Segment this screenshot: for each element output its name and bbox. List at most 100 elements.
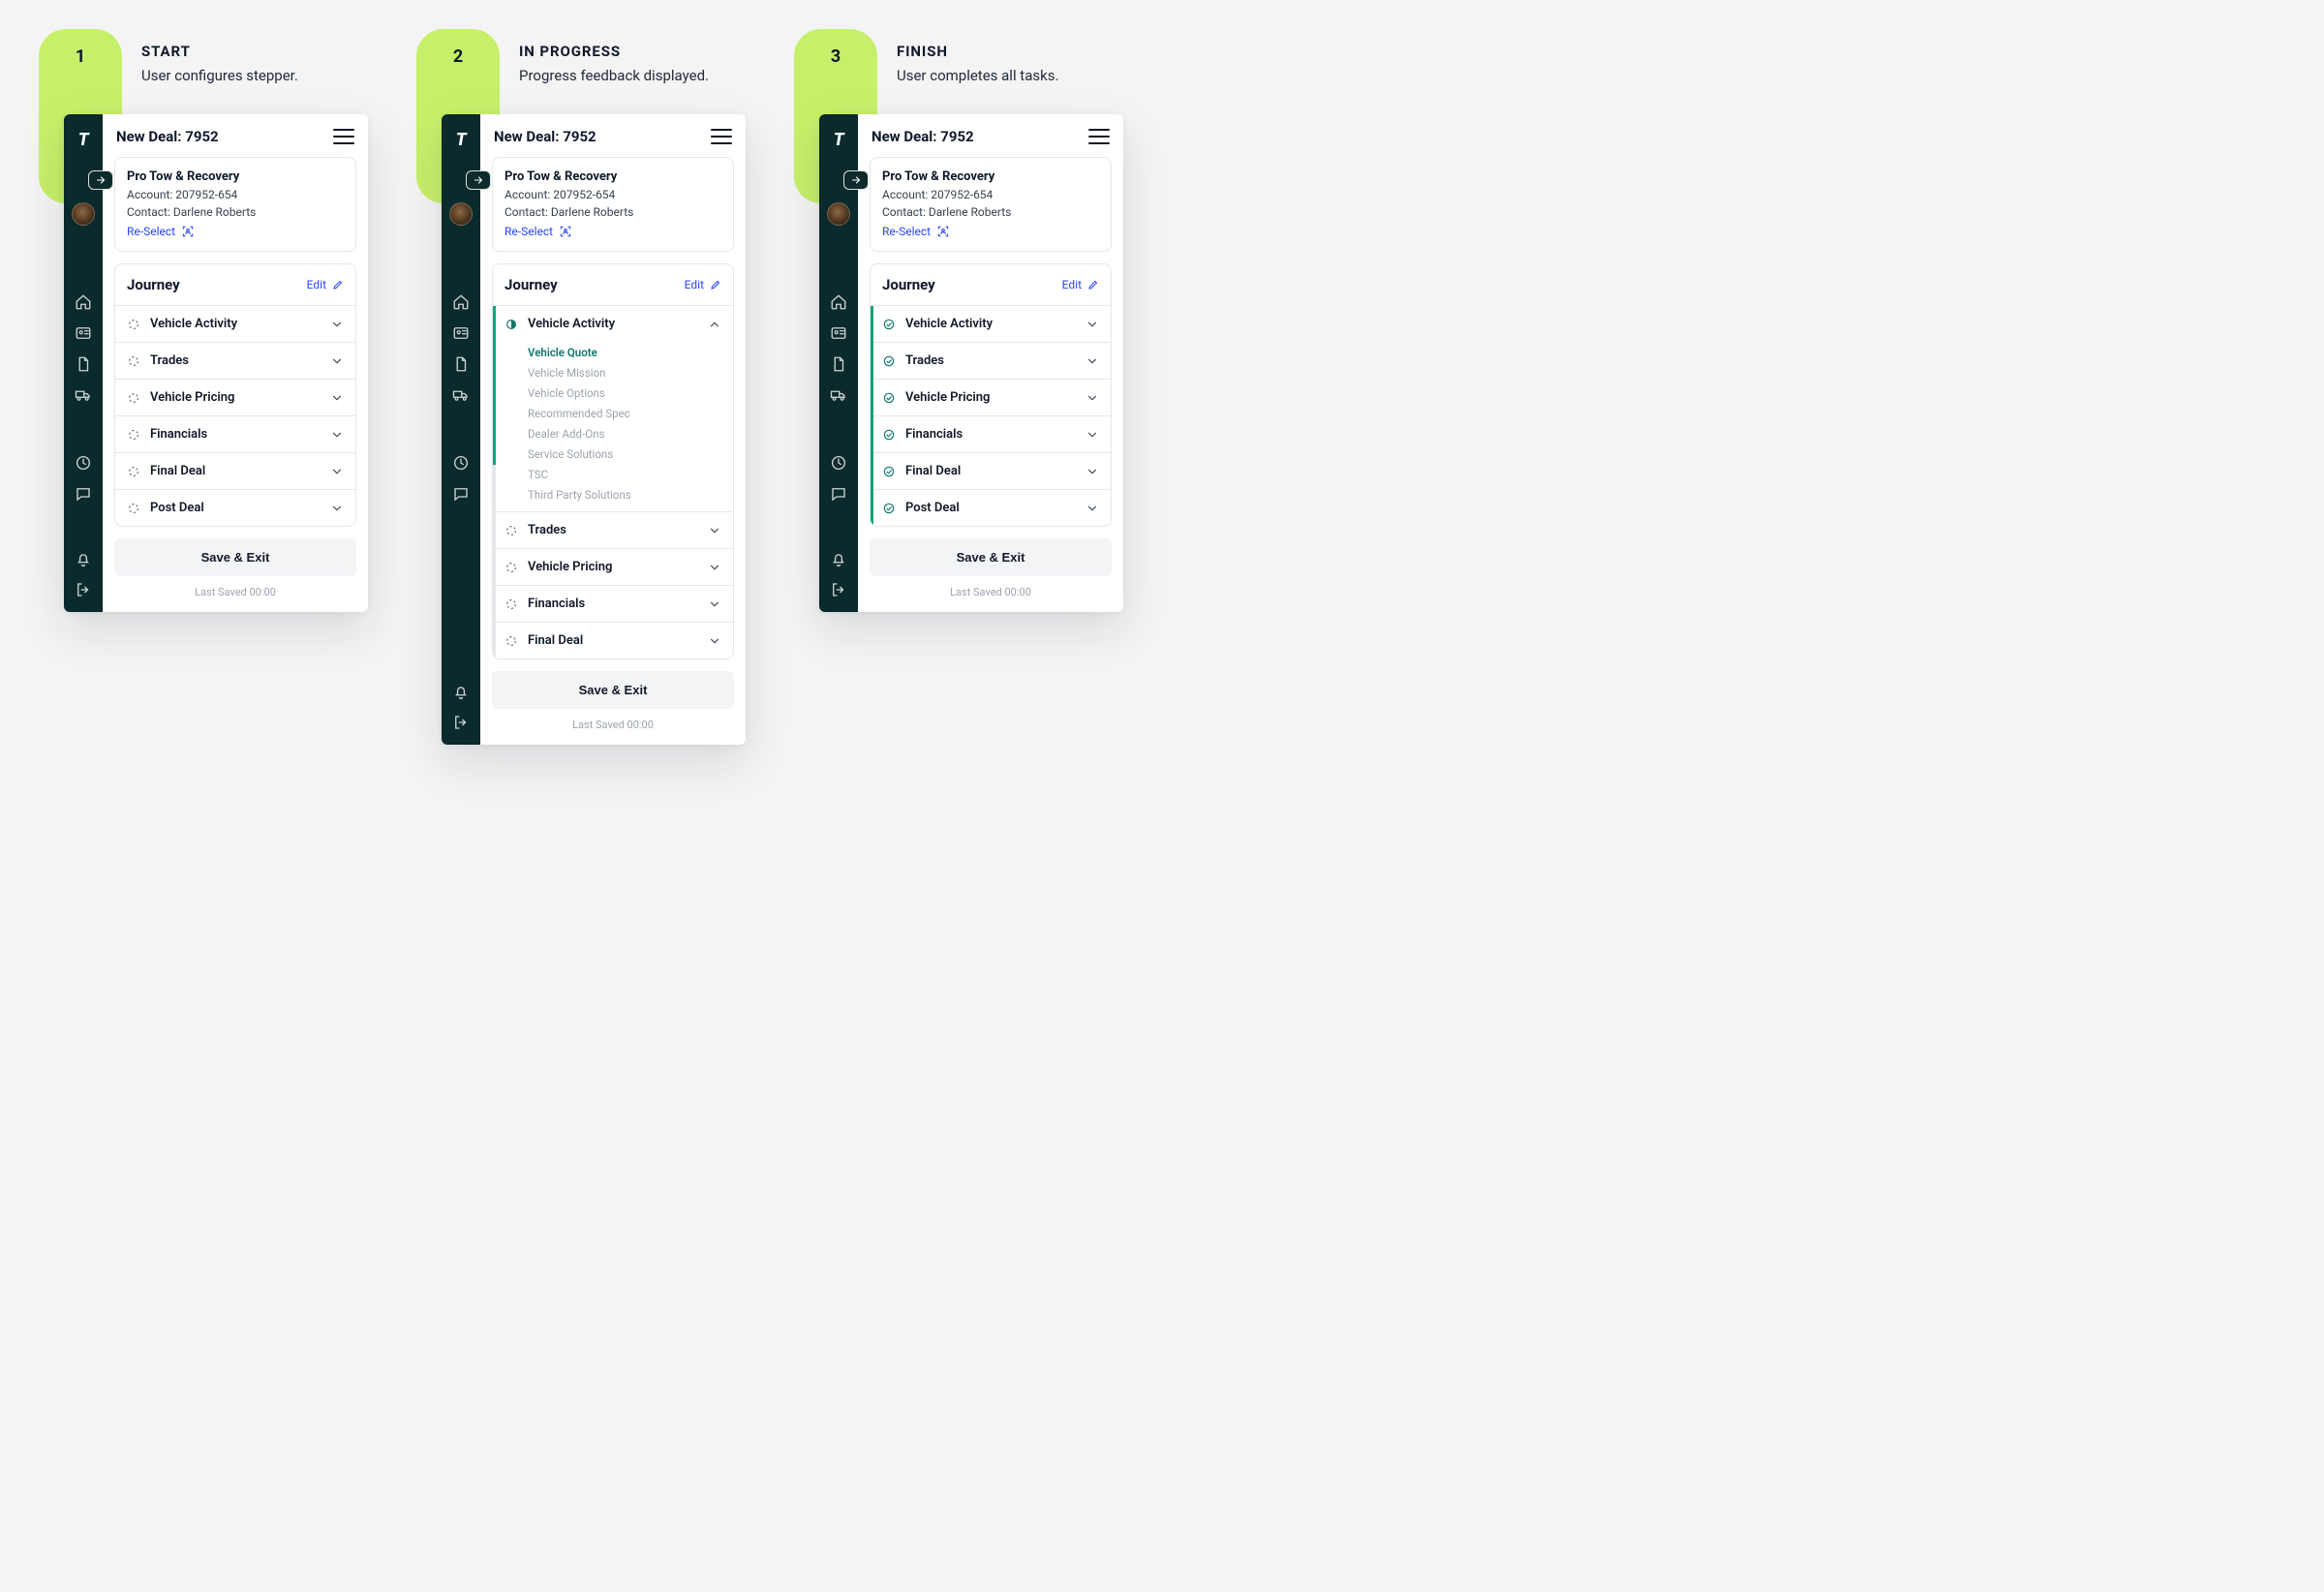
exit-icon[interactable] xyxy=(452,714,470,731)
journey-subitem[interactable]: TSC xyxy=(528,468,721,481)
journey-subitem[interactable]: Vehicle Quote xyxy=(528,346,721,359)
journey-item[interactable]: Vehicle Pricing xyxy=(871,379,1111,415)
chat-icon[interactable] xyxy=(75,485,92,503)
rail-expand-button[interactable] xyxy=(466,170,491,190)
journey-item[interactable]: Trades xyxy=(493,511,733,548)
journey-subitem[interactable]: Vehicle Options xyxy=(528,386,721,400)
app-logo[interactable]: T xyxy=(78,126,88,156)
journey-item[interactable]: Final Deal xyxy=(871,452,1111,489)
journey-subitem[interactable]: Recommended Spec xyxy=(528,407,721,420)
company-account: Account: 207952-654 xyxy=(882,188,1099,201)
journey-subitem[interactable]: Third Party Solutions xyxy=(528,488,721,502)
truck-icon[interactable] xyxy=(830,386,847,404)
deal-title: New Deal: 7952 xyxy=(872,128,974,145)
avatar[interactable] xyxy=(827,202,850,226)
pencil-icon xyxy=(710,279,721,291)
account-icon[interactable] xyxy=(452,324,470,342)
journey-list: Vehicle Activity Trades Vehicle Pricing xyxy=(871,305,1111,526)
reselect-link[interactable]: Re-Select xyxy=(127,225,195,238)
save-exit-button[interactable]: Save & Exit xyxy=(114,538,356,576)
journey-item[interactable]: Final Deal xyxy=(493,622,733,658)
stage-start: 1 START User configures stepper. T xyxy=(39,29,368,745)
account-icon[interactable] xyxy=(75,324,92,342)
journey-item[interactable]: Vehicle Activity xyxy=(871,306,1111,342)
journey-subitem[interactable]: Dealer Add-Ons xyxy=(528,427,721,441)
menu-button[interactable] xyxy=(711,129,732,144)
journey-item-label: Final Deal xyxy=(905,464,1076,478)
chevron-down-icon xyxy=(1086,391,1099,405)
app-logo[interactable]: T xyxy=(456,126,466,156)
chevron-down-icon xyxy=(1086,318,1099,331)
company-card: Pro Tow & Recovery Account: 207952-654 C… xyxy=(870,157,1112,252)
journey-item[interactable]: Post Deal xyxy=(115,489,355,526)
reselect-link[interactable]: Re-Select xyxy=(505,225,572,238)
clock-icon[interactable] xyxy=(452,454,470,472)
journey-item-label: Vehicle Pricing xyxy=(528,560,698,574)
document-icon[interactable] xyxy=(830,355,847,373)
reselect-link[interactable]: Re-Select xyxy=(882,225,950,238)
chevron-down-icon xyxy=(708,524,721,537)
journey-list: Vehicle Activity Vehicle Quote Vehicle M… xyxy=(493,305,733,658)
bell-icon[interactable] xyxy=(75,550,92,567)
avatar[interactable] xyxy=(72,202,95,226)
chevron-down-icon xyxy=(708,561,721,574)
menu-button[interactable] xyxy=(333,129,354,144)
journey-item[interactable]: Post Deal xyxy=(871,489,1111,526)
company-contact: Contact: Darlene Roberts xyxy=(882,205,1099,219)
truck-icon[interactable] xyxy=(452,386,470,404)
chat-icon[interactable] xyxy=(830,485,847,503)
nav-rail: T xyxy=(64,114,103,612)
truck-icon[interactable] xyxy=(75,386,92,404)
company-name: Pro Tow & Recovery xyxy=(882,169,1099,184)
bell-icon[interactable] xyxy=(452,683,470,700)
journey-item-label: Vehicle Pricing xyxy=(905,390,1076,405)
home-icon[interactable] xyxy=(452,293,470,311)
status-inprogress-icon xyxy=(505,318,518,331)
last-saved-label: Last Saved 00:00 xyxy=(492,719,734,731)
document-icon[interactable] xyxy=(75,355,92,373)
rail-expand-button[interactable] xyxy=(843,170,869,190)
journey-heading: Journey xyxy=(505,276,558,293)
journey-item[interactable]: Financials xyxy=(871,415,1111,452)
chevron-down-icon xyxy=(330,391,344,405)
document-icon[interactable] xyxy=(452,355,470,373)
journey-item[interactable]: Financials xyxy=(115,415,355,452)
journey-item[interactable]: Trades xyxy=(115,342,355,379)
journey-item-expanded[interactable]: Vehicle Activity xyxy=(493,306,733,342)
save-exit-button[interactable]: Save & Exit xyxy=(492,671,734,709)
journey-edit-link[interactable]: Edit xyxy=(307,278,344,291)
journey-subitem[interactable]: Service Solutions xyxy=(528,447,721,461)
app-logo[interactable]: T xyxy=(834,126,843,156)
deal-title: New Deal: 7952 xyxy=(116,128,219,145)
journey-item[interactable]: Vehicle Activity xyxy=(115,306,355,342)
save-exit-button[interactable]: Save & Exit xyxy=(870,538,1112,576)
app-frame-start: T xyxy=(64,114,368,612)
status-pending-icon xyxy=(505,597,518,611)
exit-icon[interactable] xyxy=(75,581,92,598)
journey-card: Journey Edit Vehicle Activity xyxy=(870,263,1112,527)
home-icon[interactable] xyxy=(75,293,92,311)
home-icon[interactable] xyxy=(830,293,847,311)
journey-item[interactable]: Trades xyxy=(871,342,1111,379)
journey-subitem[interactable]: Vehicle Mission xyxy=(528,366,721,380)
journey-item[interactable]: Final Deal xyxy=(115,452,355,489)
menu-button[interactable] xyxy=(1088,129,1110,144)
chat-icon[interactable] xyxy=(452,485,470,503)
journey-item[interactable]: Financials xyxy=(493,585,733,622)
status-pending-icon xyxy=(505,524,518,537)
company-name: Pro Tow & Recovery xyxy=(127,169,344,184)
exit-icon[interactable] xyxy=(830,581,847,598)
clock-icon[interactable] xyxy=(830,454,847,472)
bell-icon[interactable] xyxy=(830,550,847,567)
journey-item[interactable]: Vehicle Pricing xyxy=(493,548,733,585)
journey-item[interactable]: Vehicle Pricing xyxy=(115,379,355,415)
rail-expand-button[interactable] xyxy=(88,170,113,190)
chevron-down-icon xyxy=(330,428,344,442)
journey-edit-link[interactable]: Edit xyxy=(1062,278,1099,291)
journey-item-label: Post Deal xyxy=(150,501,321,515)
clock-icon[interactable] xyxy=(75,454,92,472)
account-icon[interactable] xyxy=(830,324,847,342)
avatar[interactable] xyxy=(449,202,473,226)
stage-subtitle: Progress feedback displayed. xyxy=(519,66,746,85)
journey-edit-link[interactable]: Edit xyxy=(685,278,721,291)
